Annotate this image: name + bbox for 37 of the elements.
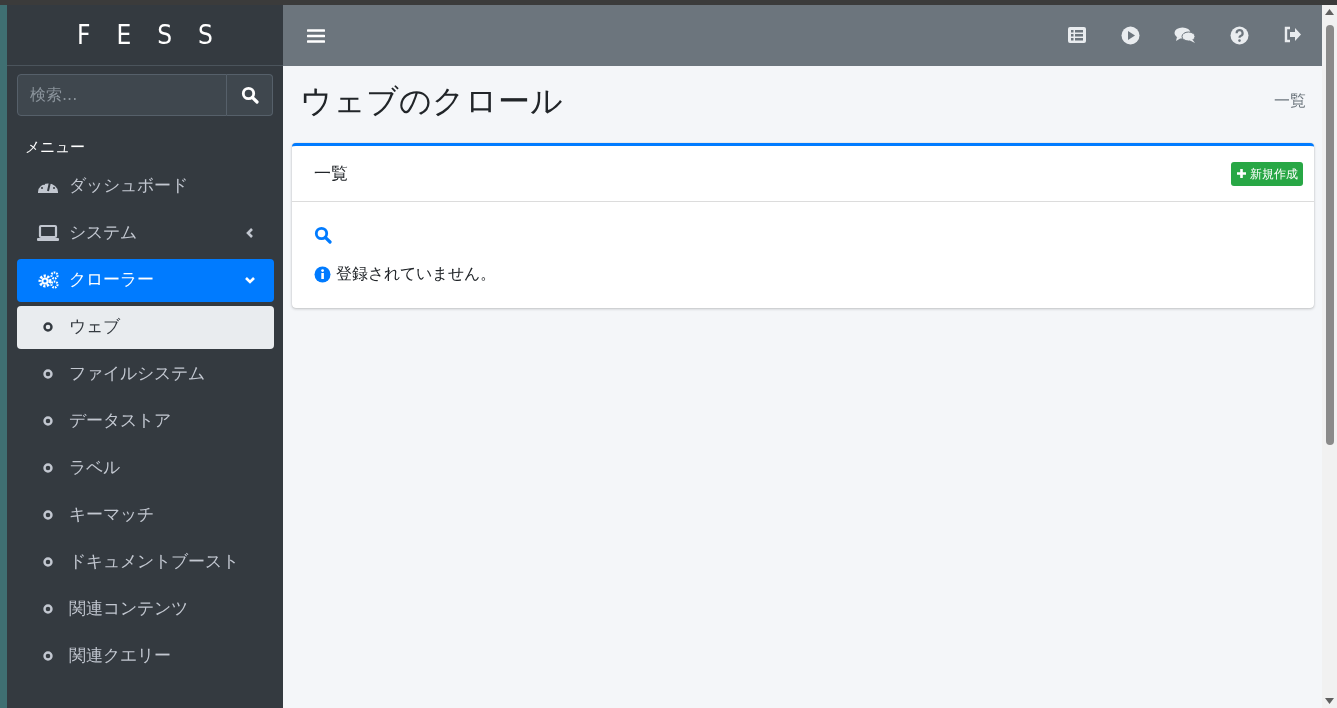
submenu-item[interactable]: ドキュメントブースト [17,540,274,584]
search-button[interactable] [314,226,332,245]
logout-button[interactable] [1283,26,1302,45]
gears-icon [37,271,59,289]
scroll-up-arrow-icon[interactable] [1325,9,1334,15]
play-button[interactable] [1121,26,1140,45]
search-icon [314,226,332,245]
list-button[interactable] [1067,26,1087,45]
menu-button[interactable] [307,27,325,44]
submenu-item[interactable]: ファイルシステム [17,352,274,396]
search-button[interactable] [227,74,273,116]
chevron-down-icon [244,274,256,286]
breadcrumb: 一覧 [1274,90,1306,113]
page-title: ウェブのクロール [300,82,563,121]
brand-logo[interactable]: FESS [77,15,239,55]
card-title: 一覧 [314,162,348,186]
submenu-item[interactable]: 関連クエリー [17,634,274,678]
chevron-left-icon [244,227,256,239]
plus-icon [1236,168,1247,180]
scrollbar[interactable] [1322,5,1337,708]
submenu-item[interactable]: データストア [17,399,274,443]
menu-item[interactable]: クローラー [17,258,274,302]
search-field[interactable]: 検索... [17,74,227,116]
submenu-item[interactable]: キーマッチ [17,493,274,537]
chat-button[interactable] [1174,26,1196,45]
empty-message: 登録されていません。 [336,263,496,286]
laptop-icon [37,224,59,242]
submenu-item[interactable]: ラベル [17,446,274,490]
submenu-item[interactable]: 関連コンテンツ [17,587,274,631]
search-icon [240,86,259,104]
scroll-down-arrow-icon[interactable] [1325,698,1334,704]
menu-header: メニュー [24,137,86,158]
submenu-item[interactable]: ウェブ [17,305,274,349]
menu-item[interactable]: システム [17,211,274,255]
menu-item[interactable]: ダッシュボード [17,164,274,208]
help-button[interactable] [1230,26,1249,45]
info-icon [314,265,331,283]
